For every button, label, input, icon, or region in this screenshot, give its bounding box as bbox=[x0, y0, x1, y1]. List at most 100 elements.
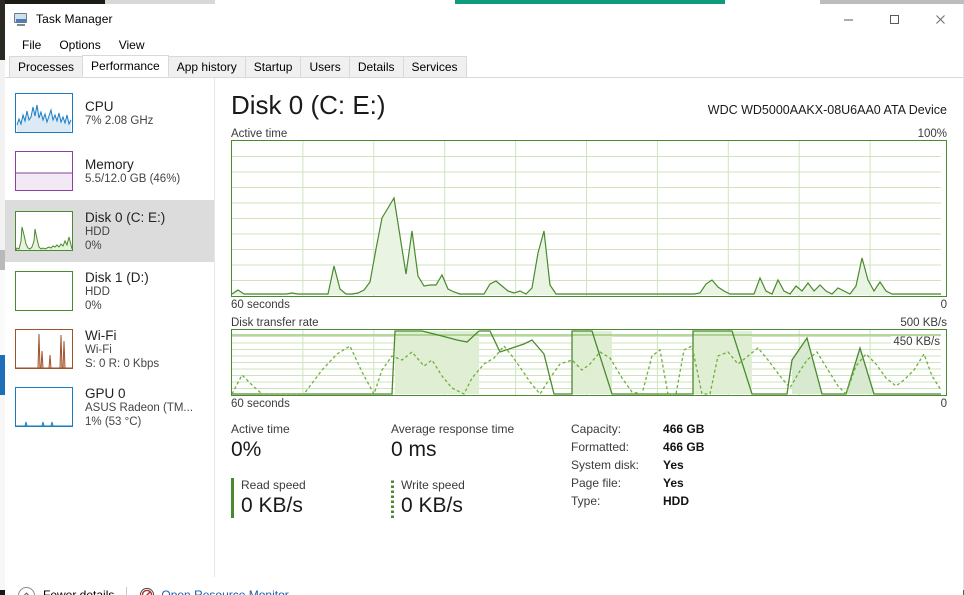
menu-item-view[interactable]: View bbox=[111, 36, 153, 54]
avg-response-label: Average response time bbox=[391, 422, 515, 436]
page-title: Disk 0 (C: E:) bbox=[231, 90, 386, 120]
disk1-thumbnail-graph bbox=[15, 271, 73, 311]
open-resource-monitor-link[interactable]: Open Resource Monitor bbox=[161, 588, 288, 595]
sidebar-item-sub1: ASUS Radeon (TM... bbox=[85, 401, 194, 414]
sidebar-item-wifi[interactable]: Wi-Fi Wi-Fi S: 0 R: 0 Kbps bbox=[5, 320, 214, 378]
tab-details[interactable]: Details bbox=[348, 56, 404, 77]
close-button[interactable] bbox=[917, 4, 963, 34]
chevron-up-icon[interactable] bbox=[18, 586, 35, 595]
device-model-label: WDC WD5000AAKX-08U6AA0 ATA Device bbox=[707, 103, 947, 117]
fewer-details-button[interactable]: Fewer details bbox=[43, 588, 114, 595]
disk0-thumbnail-graph bbox=[15, 211, 73, 251]
sidebar-item-sub2: 0% bbox=[85, 299, 102, 312]
active-time-graph-labels: Active time 100% bbox=[231, 128, 947, 140]
active-time-stat: Active time 0% Read speed 0 KB/s bbox=[231, 422, 391, 518]
write-speed-label: Write speed bbox=[401, 478, 465, 492]
maximize-button[interactable] bbox=[871, 4, 917, 34]
property-value: 466 GB bbox=[663, 440, 705, 454]
sidebar-item-sub2: 1% (53 °C) bbox=[85, 415, 142, 428]
property-row: Type: HDD bbox=[571, 494, 704, 512]
sidebar-item-sub2: S: 0 R: 0 Kbps bbox=[85, 357, 160, 370]
sidebar-item-sub1: 7% 2.08 GHz bbox=[85, 114, 154, 127]
active-time-x-right: 0 bbox=[940, 299, 947, 311]
tab-processes[interactable]: Processes bbox=[9, 56, 84, 77]
sidebar-item-disk-1[interactable]: Disk 1 (D:) HDD 0% bbox=[5, 262, 214, 320]
transfer-rate-x-right: 0 bbox=[940, 398, 947, 410]
property-row: Capacity: 466 GB bbox=[571, 422, 704, 440]
active-time-label: Active time bbox=[231, 128, 288, 140]
sidebar-item-label: Memory bbox=[85, 156, 134, 172]
gpu0-thumbnail-graph bbox=[15, 387, 73, 427]
property-value: Yes bbox=[663, 458, 684, 472]
sidebar-item-cpu[interactable]: CPU 7% 2.08 GHz bbox=[5, 84, 214, 142]
tab-users[interactable]: Users bbox=[300, 56, 350, 77]
tab-startup[interactable]: Startup bbox=[244, 56, 302, 77]
sidebar-item-disk-0[interactable]: Disk 0 (C: E:) HDD 0% bbox=[5, 200, 214, 262]
memory-thumbnail-graph bbox=[15, 151, 73, 191]
title-bar: Task Manager bbox=[5, 4, 963, 34]
minimize-button[interactable] bbox=[825, 4, 871, 34]
cpu-thumbnail-graph bbox=[15, 93, 73, 133]
property-row: Formatted: 466 GB bbox=[571, 440, 704, 458]
sidebar-item-sub1: HDD bbox=[85, 285, 110, 298]
tab-app-history[interactable]: App history bbox=[167, 56, 246, 77]
sidebar-item-sub2: 0% bbox=[85, 239, 102, 252]
transfer-rate-graph: 450 KB/s bbox=[231, 329, 947, 396]
sidebar-item-label: CPU bbox=[85, 98, 114, 114]
read-speed-stat: Read speed 0 KB/s bbox=[231, 478, 306, 518]
property-key: Capacity: bbox=[571, 422, 622, 436]
window-title: Task Manager bbox=[36, 12, 113, 26]
resource-monitor-icon bbox=[139, 587, 155, 595]
property-value: Yes bbox=[663, 476, 684, 490]
read-speed-value: 0 KB/s bbox=[241, 494, 303, 517]
read-speed-legend-bar bbox=[231, 478, 234, 518]
sidebar-item-label: Disk 1 (D:) bbox=[85, 269, 149, 285]
sidebar-item-sub1: HDD bbox=[85, 225, 110, 238]
resource-sidebar: CPU 7% 2.08 GHz Memory 5.5/12.0 GB (46%)… bbox=[5, 78, 215, 577]
menu-item-options[interactable]: Options bbox=[51, 36, 108, 54]
content-area: CPU 7% 2.08 GHz Memory 5.5/12.0 GB (46%)… bbox=[5, 78, 963, 577]
stats-area: Active time 0% Read speed 0 KB/s Average… bbox=[231, 422, 947, 518]
transfer-rate-label: Disk transfer rate bbox=[231, 317, 319, 329]
read-speed-label: Read speed bbox=[241, 478, 306, 492]
disk-properties: Capacity: 466 GB Formatted: 466 GB Syste… bbox=[571, 422, 704, 518]
active-time-x-left: 60 seconds bbox=[231, 299, 290, 311]
tab-bar: Processes Performance App history Startu… bbox=[5, 55, 963, 78]
wifi-thumbnail-graph bbox=[15, 329, 73, 369]
active-time-graph bbox=[231, 140, 947, 297]
sidebar-item-gpu-0[interactable]: GPU 0 ASUS Radeon (TM... 1% (53 °C) bbox=[5, 378, 214, 436]
sidebar-item-sub1: 5.5/12.0 GB (46%) bbox=[85, 172, 181, 185]
menu-item-file[interactable]: File bbox=[14, 36, 49, 54]
task-manager-icon bbox=[13, 11, 29, 27]
tab-services[interactable]: Services bbox=[402, 56, 467, 77]
property-key: Formatted: bbox=[571, 440, 630, 454]
property-row: System disk: Yes bbox=[571, 458, 704, 476]
property-value: 466 GB bbox=[663, 422, 705, 436]
avg-response-value: 0 ms bbox=[391, 438, 437, 461]
transfer-rate-graph-labels: Disk transfer rate 500 KB/s bbox=[231, 317, 947, 329]
tab-performance[interactable]: Performance bbox=[82, 55, 169, 77]
task-manager-window: Task Manager File Options View Processes bbox=[0, 0, 964, 595]
sidebar-item-label: Wi-Fi bbox=[85, 327, 117, 343]
sidebar-item-memory[interactable]: Memory 5.5/12.0 GB (46%) bbox=[5, 142, 214, 200]
active-time-axis: 60 seconds 0 bbox=[231, 299, 947, 311]
property-key: System disk: bbox=[571, 458, 640, 472]
window-controls bbox=[825, 4, 963, 34]
property-key: Type: bbox=[571, 494, 601, 508]
sidebar-item-label: GPU 0 bbox=[85, 385, 126, 401]
status-bar: Fewer details Open Resource Monitor bbox=[5, 577, 963, 595]
sidebar-item-sub1: Wi-Fi bbox=[85, 343, 112, 356]
property-row: Page file: Yes bbox=[571, 476, 704, 494]
active-time-stat-label: Active time bbox=[231, 422, 290, 436]
status-separator bbox=[126, 587, 128, 595]
active-time-stat-value: 0% bbox=[231, 438, 262, 461]
property-key: Page file: bbox=[571, 476, 622, 490]
sidebar-item-label: Disk 0 (C: E:) bbox=[85, 209, 166, 225]
panel-header: Disk 0 (C: E:) WDC WD5000AAKX-08U6AA0 AT… bbox=[231, 78, 947, 121]
transfer-rate-overlay-label: 450 KB/s bbox=[891, 336, 942, 348]
performance-detail-panel: Disk 0 (C: E:) WDC WD5000AAKX-08U6AA0 AT… bbox=[215, 78, 963, 577]
average-response-time-stat: Average response time 0 ms Write speed 0… bbox=[391, 422, 567, 518]
property-value: HDD bbox=[663, 494, 690, 508]
transfer-rate-axis: 60 seconds 0 bbox=[231, 398, 947, 410]
transfer-rate-max-label: 500 KB/s bbox=[900, 317, 947, 329]
